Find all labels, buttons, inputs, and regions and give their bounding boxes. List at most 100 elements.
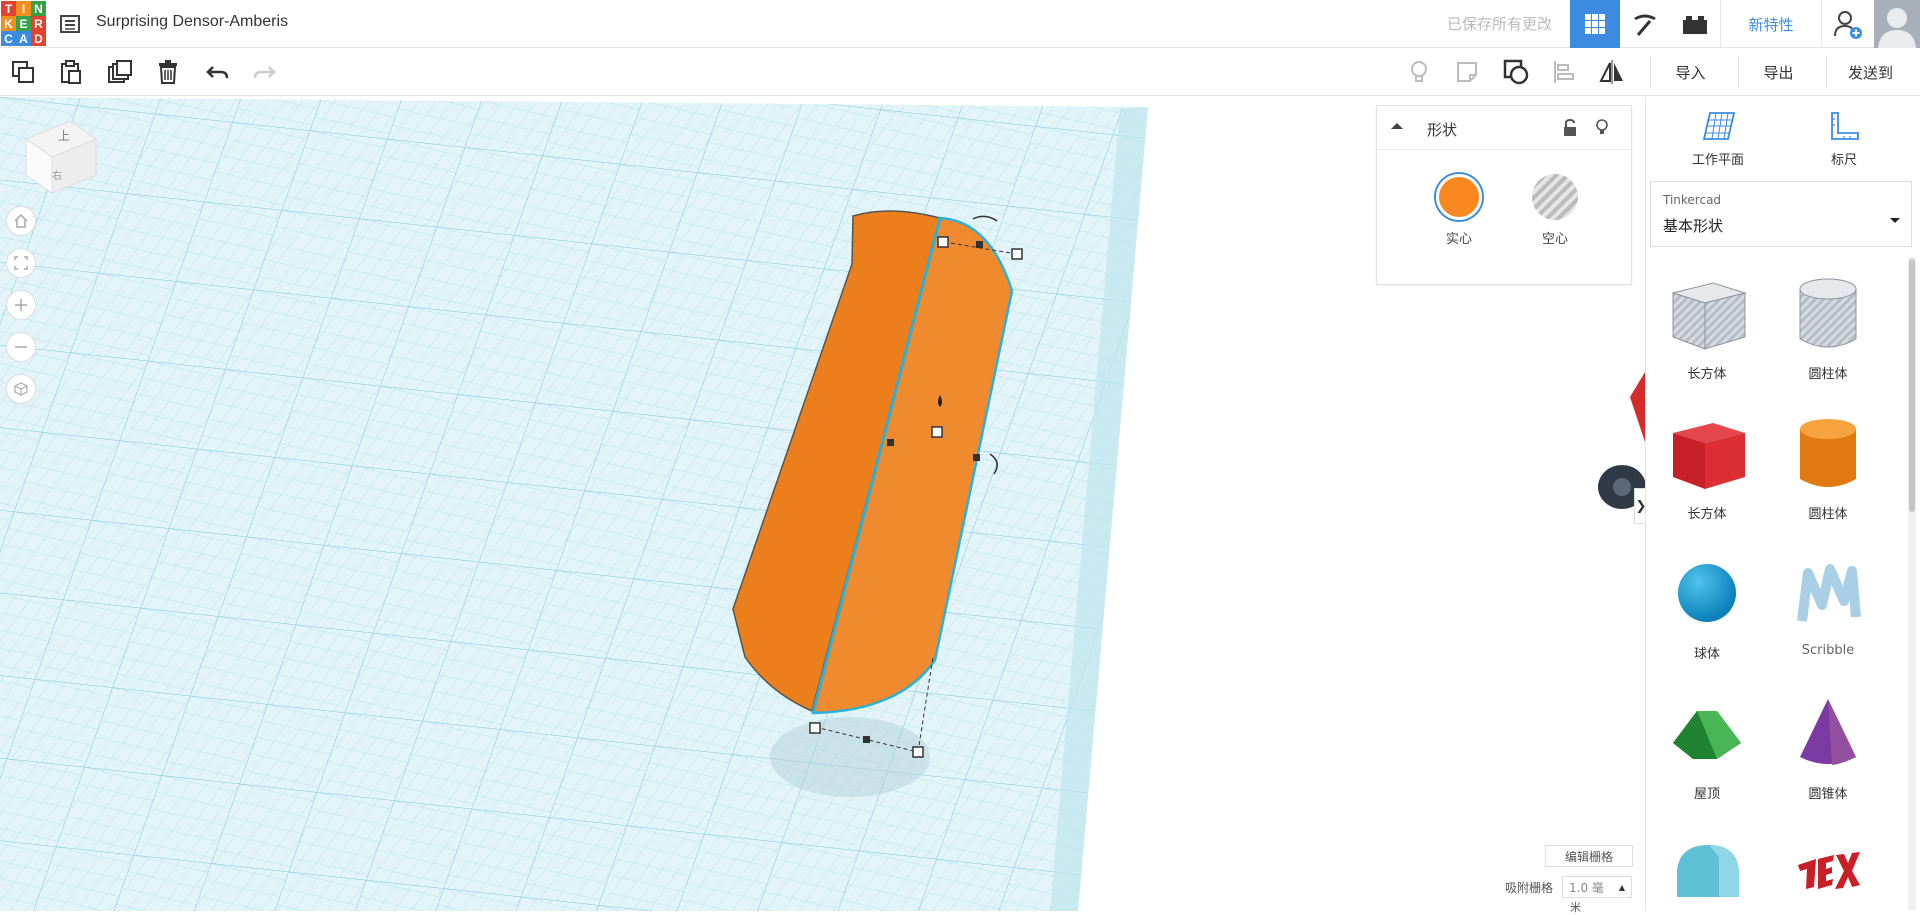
fit-icon[interactable] — [6, 248, 36, 278]
shape-scribble[interactable]: Scribble — [1768, 547, 1888, 658]
logo-letter: R — [31, 16, 46, 31]
green-roof-icon — [1673, 711, 1741, 759]
logo-letter: E — [16, 16, 31, 31]
caret-up-icon: ▲ — [1618, 882, 1625, 892]
add-user-icon[interactable] — [1832, 8, 1864, 40]
shapes-panel: 工作平面 标尺 Tinkercad 基本形状 长方体 圆柱体 长方体 圆柱体 球… — [1645, 97, 1920, 911]
zoom-out-icon[interactable] — [6, 332, 36, 362]
tinkercad-logo[interactable]: T I N K E R C A D — [0, 0, 48, 48]
shape-box-hole[interactable]: 长方体 — [1647, 267, 1767, 382]
shape-round-roof[interactable] — [1647, 827, 1767, 911]
bricks-view-button[interactable] — [1670, 0, 1720, 48]
snap-grid-value: 1.0 毫 — [1569, 880, 1604, 895]
ruler-tool[interactable]: 标尺 — [1794, 109, 1894, 168]
text-shape-icon — [1798, 852, 1860, 889]
brick-icon — [1683, 16, 1707, 34]
home-icon[interactable] — [6, 206, 36, 236]
delete-icon[interactable] — [152, 56, 184, 88]
logo-letter: C — [1, 31, 16, 46]
solid-option[interactable]: 实心 — [1429, 174, 1489, 247]
shape-roof[interactable]: 屋顶 — [1647, 687, 1767, 802]
design-title[interactable]: Surprising Densor-Amberis — [96, 13, 288, 31]
paste-icon[interactable] — [55, 56, 87, 88]
hole-label: 空心 — [1541, 232, 1568, 247]
viewcube-front-label: 右 — [52, 171, 62, 182]
avatar[interactable] — [1874, 0, 1920, 48]
shape-label: Scribble — [1801, 643, 1855, 658]
blocks-view-button[interactable] — [1620, 0, 1670, 48]
lock-icon[interactable] — [1561, 118, 1579, 142]
redo-icon[interactable] — [248, 56, 280, 88]
scribble-icon — [1797, 564, 1861, 622]
shape-box[interactable]: 长方体 — [1647, 407, 1767, 522]
send-to-button[interactable]: 发送到 — [1826, 56, 1914, 88]
shape-list: 长方体 圆柱体 长方体 圆柱体 球体 Scribble 屋顶 圆锥体 — [1646, 257, 1906, 911]
collapse-icon[interactable] — [1389, 118, 1405, 138]
mirror-icon[interactable] — [1596, 56, 1628, 88]
3d-view-button[interactable] — [1570, 0, 1620, 48]
pickaxe-icon — [1634, 14, 1656, 36]
caret-down-icon — [1889, 210, 1901, 229]
shape-label: 屋顶 — [1693, 787, 1720, 802]
shape-cylinder[interactable]: 圆柱体 — [1768, 407, 1888, 522]
workplane-label: 工作平面 — [1691, 153, 1744, 168]
logo-letter: D — [31, 31, 46, 46]
logo-letter: A — [16, 31, 31, 46]
hole-option[interactable]: 空心 — [1525, 174, 1585, 247]
viewcube-top-label: 上 — [58, 129, 71, 143]
solid-label: 实心 — [1445, 232, 1472, 247]
shape-label: 长方体 — [1687, 507, 1727, 522]
ruler-icon — [1831, 112, 1859, 140]
shape-cylinder-hole[interactable]: 圆柱体 — [1768, 267, 1888, 382]
edit-toolbar — [0, 48, 1920, 96]
striped-box-icon — [1671, 282, 1747, 350]
shape-text[interactable] — [1768, 827, 1888, 911]
hole-swatch[interactable] — [1532, 174, 1578, 220]
workplane-tool[interactable]: 工作平面 — [1668, 109, 1768, 168]
group-icon[interactable] — [1500, 56, 1532, 88]
perspective-icon[interactable] — [6, 374, 36, 404]
design-list-icon[interactable] — [58, 12, 82, 36]
shape-label: 圆锥体 — [1808, 787, 1848, 802]
shape-cone[interactable]: 圆锥体 — [1768, 687, 1888, 802]
export-button[interactable]: 导出 — [1738, 56, 1818, 88]
undo-icon[interactable] — [202, 56, 234, 88]
edit-grid-button[interactable]: 编辑栅格 — [1545, 845, 1633, 867]
shape-list-scrollbar[interactable] — [1909, 259, 1915, 512]
duplicate-icon[interactable] — [104, 56, 136, 88]
align-icon[interactable] — [1548, 56, 1580, 88]
blue-sphere-icon — [1678, 564, 1736, 622]
shape-label: 圆柱体 — [1808, 507, 1848, 522]
ruler-label: 标尺 — [1830, 153, 1857, 168]
top-header: T I N K E R C A D Surprising Densor-Ambe… — [0, 0, 1920, 48]
workplane-icon — [1702, 112, 1736, 140]
copy-icon[interactable] — [7, 56, 39, 88]
red-box-icon — [1673, 423, 1745, 489]
new-features-link[interactable]: 新特性 — [1720, 0, 1822, 48]
category-name: 基本形状 — [1663, 217, 1724, 235]
shape-sphere[interactable]: 球体 — [1647, 547, 1767, 662]
light-bulb-icon[interactable] — [1593, 117, 1611, 141]
logo-letter: I — [16, 1, 31, 16]
zoom-in-icon[interactable] — [6, 290, 36, 320]
striped-cylinder-icon — [1799, 278, 1857, 348]
purple-cone-icon — [1800, 699, 1856, 765]
logo-letter: N — [31, 1, 46, 16]
snap-grid-unit: 米 — [1570, 901, 1581, 914]
light-bulb-icon[interactable] — [1403, 56, 1435, 88]
inspector-title: 形状 — [1427, 121, 1458, 139]
category-source: Tinkercad — [1663, 193, 1722, 207]
inspector-header: 形状 — [1377, 106, 1631, 150]
import-button[interactable]: 导入 — [1650, 56, 1730, 88]
shape-category-dropdown[interactable]: Tinkercad 基本形状 — [1650, 181, 1912, 247]
solid-color-swatch[interactable] — [1436, 174, 1482, 220]
logo-letter: K — [1, 16, 16, 31]
orange-cylinder-icon — [1800, 419, 1856, 487]
shape-label: 长方体 — [1687, 367, 1727, 382]
view-cube[interactable]: 上 右 — [22, 117, 102, 197]
shape-inspector: 形状 实心 空心 — [1376, 105, 1632, 285]
snap-grid-select[interactable]: 1.0 毫 ▲ — [1562, 876, 1632, 898]
note-icon[interactable] — [1451, 56, 1483, 88]
snap-grid-label: 吸附栅格 — [1505, 881, 1554, 895]
logo-letter: T — [1, 1, 16, 16]
